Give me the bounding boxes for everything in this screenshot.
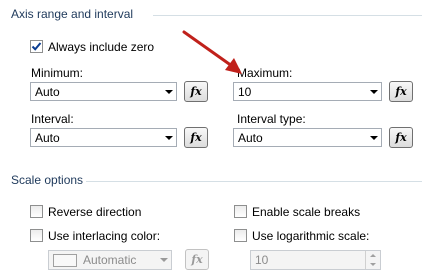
maximum-dropdown[interactable]: 10 [233, 82, 382, 101]
axis-range-section-title: Axis range and interval [11, 7, 134, 21]
checkmark-icon [31, 42, 42, 51]
interval-type-value: Auto [238, 130, 263, 145]
interval-type-dropdown[interactable]: Auto [233, 128, 382, 147]
use-interlacing-color-checkbox[interactable] [30, 229, 43, 242]
interval-type-label: Interval type: [237, 112, 306, 126]
interval-expression-button[interactable]: fx [184, 127, 208, 148]
minimum-label: Minimum: [31, 66, 84, 80]
chevron-down-icon [162, 83, 176, 100]
spin-up-icon[interactable] [366, 251, 380, 260]
reverse-direction-checkbox[interactable] [30, 205, 43, 218]
spinner-buttons[interactable] [365, 251, 380, 269]
reverse-direction-label: Reverse direction [48, 205, 142, 219]
interval-type-expression-button[interactable]: fx [389, 127, 413, 148]
chevron-down-icon [367, 129, 381, 146]
interval-label: Interval: [31, 112, 74, 126]
logarithmic-base-spinner[interactable]: 10 [250, 250, 381, 270]
always-include-zero-checkbox[interactable] [30, 40, 43, 53]
fx-icon: fx [190, 85, 202, 98]
always-include-zero-label: Always include zero [48, 40, 155, 54]
chevron-down-icon [162, 129, 176, 146]
logarithmic-base-value: 10 [255, 253, 269, 267]
enable-scale-breaks-label: Enable scale breaks [252, 205, 361, 219]
interval-dropdown[interactable]: Auto [30, 128, 177, 147]
annotation-arrow-icon [182, 30, 242, 74]
fx-icon: fx [190, 131, 202, 144]
interlacing-color-value: Automatic [83, 253, 137, 267]
use-logarithmic-scale-label: Use logarithmic scale: [252, 229, 370, 243]
chevron-down-icon [367, 83, 381, 100]
axis-range-divider [153, 15, 422, 16]
maximum-value: 10 [238, 84, 252, 99]
minimum-expression-button[interactable]: fx [184, 81, 208, 102]
color-swatch [53, 253, 77, 267]
interlacing-color-dropdown[interactable]: Automatic [48, 250, 172, 270]
interval-value: Auto [35, 130, 60, 145]
use-interlacing-color-label: Use interlacing color: [48, 229, 161, 243]
chevron-down-icon [157, 251, 171, 269]
fx-icon: fx [191, 253, 203, 266]
enable-scale-breaks-checkbox[interactable] [234, 205, 247, 218]
fx-icon: fx [395, 85, 407, 98]
spin-down-icon[interactable] [366, 260, 380, 269]
scale-options-divider [86, 181, 422, 182]
interlacing-color-expression-button[interactable]: fx [185, 249, 209, 270]
fx-icon: fx [395, 131, 407, 144]
minimum-dropdown[interactable]: Auto [30, 82, 177, 101]
scale-options-section-title: Scale options [11, 173, 84, 187]
use-logarithmic-scale-checkbox[interactable] [234, 229, 247, 242]
minimum-value: Auto [35, 84, 60, 99]
maximum-expression-button[interactable]: fx [389, 81, 413, 102]
